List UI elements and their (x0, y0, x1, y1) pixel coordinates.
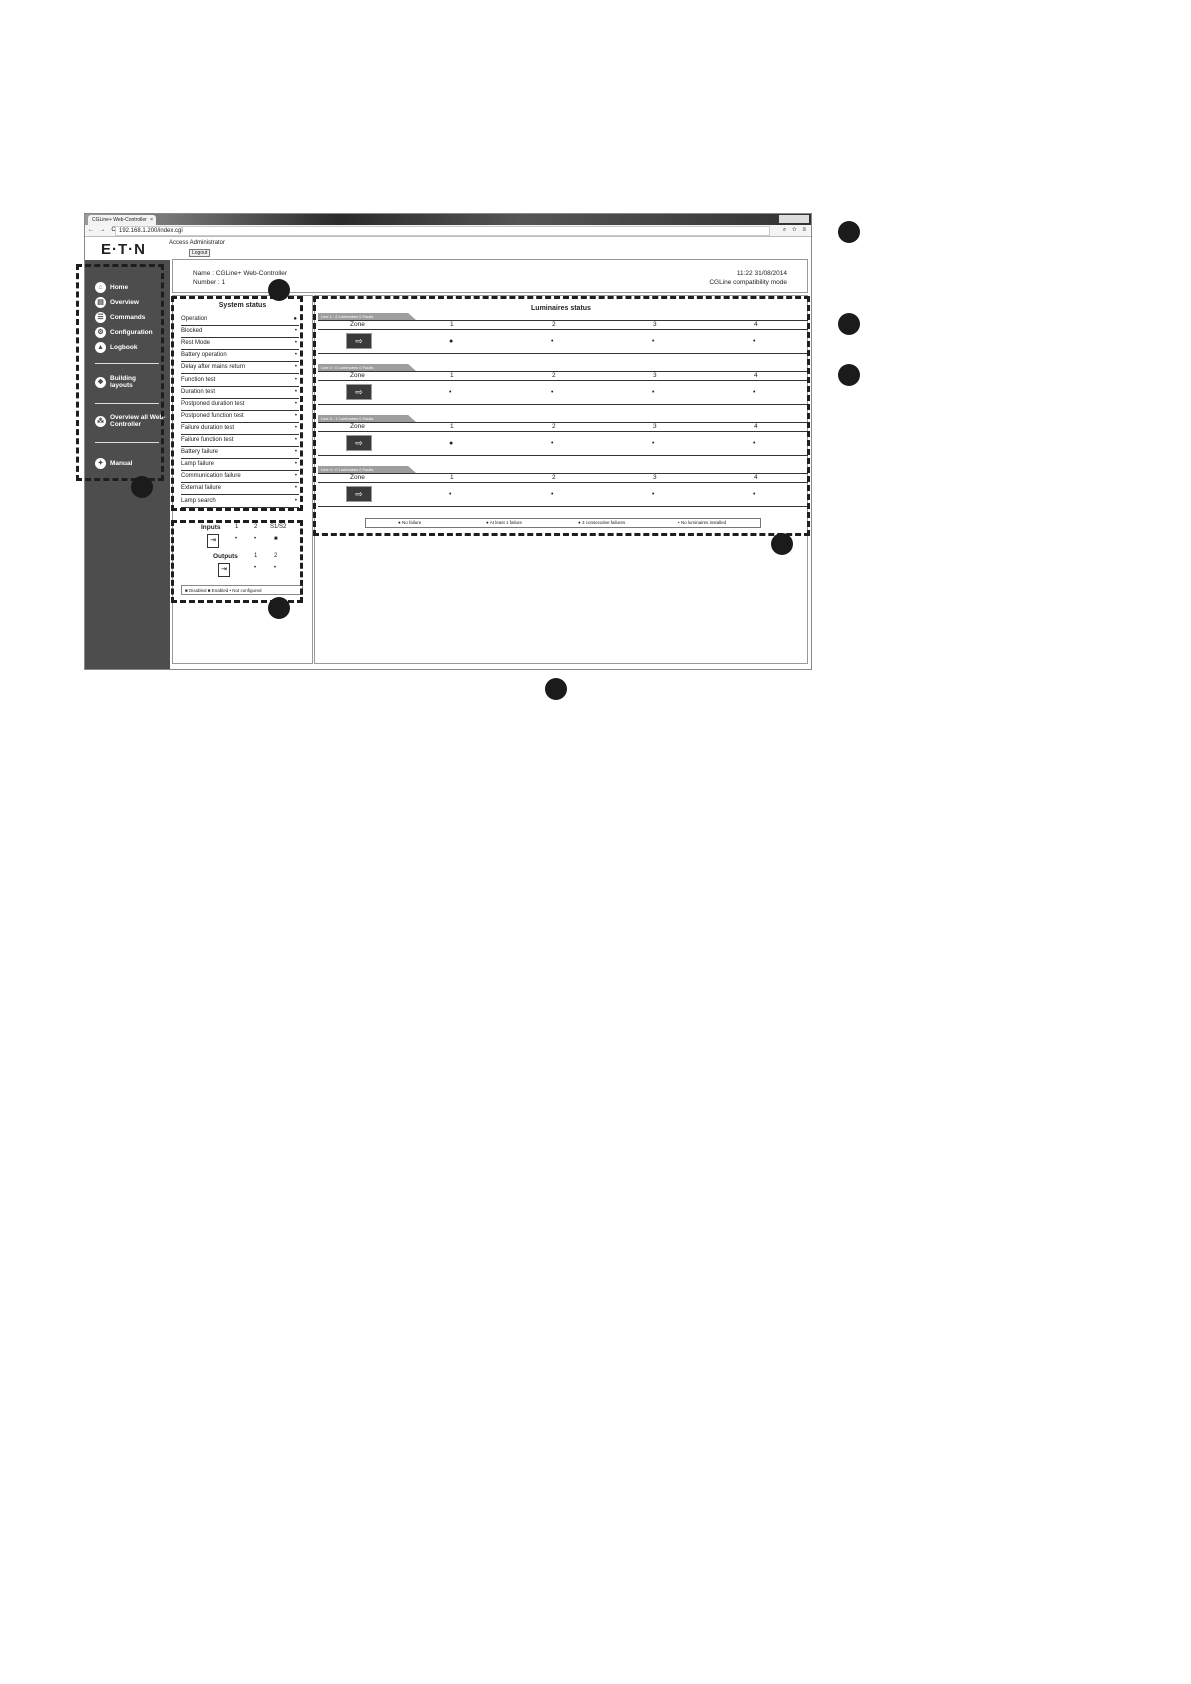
callout-marker-right-1 (838, 221, 860, 243)
callout-region-io (171, 520, 303, 603)
callout-marker-luminaires (771, 533, 793, 555)
callout-marker-content (545, 678, 567, 700)
access-level-label: Access Administrator (169, 240, 226, 246)
callout-region-sidebar (76, 264, 164, 481)
browser-titlebar: CGLine+ Web-Controller × (85, 214, 811, 225)
url-field[interactable]: 192.168.1.200/index.cgi (115, 226, 770, 236)
nav-buttons-icon[interactable]: ← → C (88, 225, 118, 236)
browser-tab[interactable]: CGLine+ Web-Controller × (88, 215, 156, 225)
callout-marker-info (268, 279, 290, 301)
compat-mode: CGLine compatibility mode (709, 279, 787, 286)
eaton-logo: E·T·N (101, 241, 146, 258)
callout-region-luminaires (313, 296, 810, 536)
controller-number: Number : 1 (193, 279, 226, 286)
callout-marker-sidebar (131, 476, 153, 498)
controller-name: Name : CGLine+ Web-Controller (193, 270, 287, 277)
browser-tools-icon[interactable]: ⌕ ☆ ≡ (783, 225, 808, 236)
callout-marker-right-2 (838, 313, 860, 335)
logout-button[interactable]: Logout (189, 249, 211, 257)
window-controls[interactable] (779, 215, 809, 223)
datetime: 11:22 31/08/2014 (736, 270, 787, 277)
callout-marker-io (268, 597, 290, 619)
address-bar: ← → C 192.168.1.200/index.cgi ⌕ ☆ ≡ (85, 225, 811, 237)
tab-title: CGLine+ Web-Controller (92, 217, 147, 223)
callout-region-system-status (171, 296, 303, 511)
tab-close-icon[interactable]: × (150, 215, 153, 225)
callout-marker-right-3 (838, 364, 860, 386)
